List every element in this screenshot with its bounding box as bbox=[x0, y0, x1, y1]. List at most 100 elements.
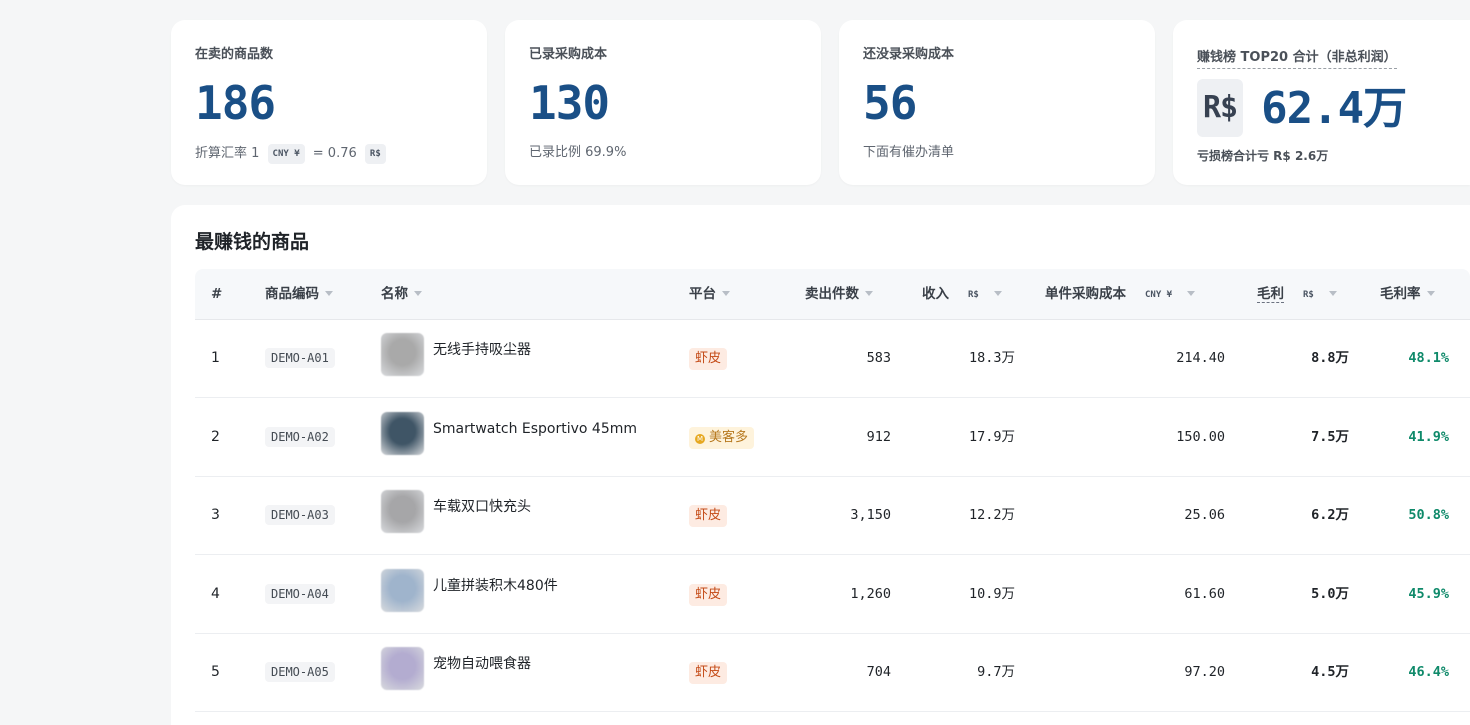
platform-badge: M 美客多 bbox=[689, 426, 755, 449]
row-rank: 5 bbox=[211, 664, 220, 680]
product-name[interactable]: 儿童拼装积木480件 bbox=[433, 547, 558, 625]
row-revenue: 9.7万 bbox=[977, 664, 1015, 680]
row-rank: 1 bbox=[211, 350, 220, 366]
row-sku: DEMO-A02 bbox=[265, 398, 335, 476]
col-rank: # bbox=[211, 286, 223, 302]
col-profit-sort[interactable]: 毛利 R$ bbox=[1257, 269, 1337, 319]
stat-value: R$ 62.4万 bbox=[1197, 79, 1446, 137]
platform-name: 虾皮 bbox=[695, 508, 722, 523]
currency-chip-brl: R$ bbox=[1197, 79, 1244, 137]
row-cost: 150.00 bbox=[1176, 428, 1225, 445]
row-profit: 5.0万 bbox=[1311, 585, 1349, 602]
stat-label: 已录采购成本 bbox=[529, 47, 608, 62]
stat-label-tooltip[interactable]: 赚钱榜 TOP20 合计（非总利润） bbox=[1197, 49, 1397, 69]
col-revenue-sort[interactable]: 收入 R$ bbox=[922, 269, 1002, 319]
currency-chip-cny: CNY ¥ bbox=[267, 144, 305, 164]
stat-sub: 亏损榜合计亏 R$ 2.6万 bbox=[1197, 149, 1329, 163]
sku-code: DEMO-A01 bbox=[265, 348, 335, 368]
stat-card-cost-missing: 还没录采购成本 56 下面有催办清单 bbox=[839, 20, 1155, 185]
row-sku: DEMO-A03 bbox=[265, 476, 335, 554]
row-platform: M 美客多 bbox=[689, 398, 755, 476]
platform-badge: 虾皮 bbox=[689, 662, 728, 684]
product-name[interactable]: 无线手持吸尘器 bbox=[433, 311, 531, 389]
row-margin: 48.1% bbox=[1408, 350, 1449, 366]
row-revenue: 18.3万 bbox=[968, 350, 1015, 366]
row-revenue: 17.9万 bbox=[968, 428, 1015, 445]
platform-name: 虾皮 bbox=[695, 665, 722, 680]
stat-value: 56 bbox=[863, 76, 917, 130]
table-header: # 商品编码 名称 平台 卖出件数 收入 R$ 单件采购成本 CNY ¥ 毛利 R$ … bbox=[195, 269, 1470, 320]
row-rank: 4 bbox=[211, 585, 220, 602]
col-sku-sort[interactable]: 商品编码 bbox=[265, 269, 333, 319]
row-profit: 7.5万 bbox=[1311, 428, 1349, 445]
sku-code: DEMO-A05 bbox=[265, 662, 335, 682]
col-name-sort[interactable]: 名称 bbox=[381, 269, 422, 319]
platform-badge: 虾皮 bbox=[689, 583, 728, 606]
row-sku: DEMO-A04 bbox=[265, 555, 335, 633]
sort-caret-icon bbox=[414, 291, 422, 296]
stat-card-cost-recorded: 已录采购成本 130 已录比例 69.9% bbox=[505, 20, 821, 185]
row-qty: 3,150 bbox=[850, 507, 891, 523]
product-thumbnail bbox=[381, 411, 424, 455]
product-name[interactable]: Smartwatch Esportivo 45mm bbox=[433, 390, 637, 468]
row-margin: 45.9% bbox=[1408, 585, 1449, 602]
table-row[interactable]: 1 DEMO-A01 无线手持吸尘器 虾皮 583 18.3万 214.40 8.8万 48.1… bbox=[195, 319, 1470, 398]
row-sku: DEMO-A01 bbox=[265, 319, 335, 397]
row-margin: 41.9% bbox=[1408, 428, 1449, 445]
col-platform-sort[interactable]: 平台 bbox=[689, 269, 730, 319]
row-cost: 25.06 bbox=[1184, 507, 1225, 523]
row-qty: 912 bbox=[866, 428, 891, 445]
currency-chip-brl: R$ bbox=[968, 290, 979, 300]
sku-code: DEMO-A02 bbox=[265, 426, 335, 447]
sort-caret-icon bbox=[1187, 291, 1196, 296]
stat-card-on-sale: 在卖的商品数 186 折算汇率 1 CNY ¥ = 0.76 R$ bbox=[171, 20, 487, 185]
stat-sub: 已录比例 69.9% bbox=[529, 145, 627, 160]
sort-caret-icon bbox=[1328, 291, 1337, 296]
product-thumbnail bbox=[381, 490, 424, 533]
col-cost-sort[interactable]: 单件采购成本 CNY ¥ bbox=[1045, 269, 1196, 319]
row-rank: 3 bbox=[211, 507, 220, 523]
currency-chip-brl: R$ bbox=[1303, 290, 1314, 300]
currency-chip-brl: R$ bbox=[364, 144, 386, 164]
col-qty-sort[interactable]: 卖出件数 bbox=[805, 269, 873, 319]
product-name[interactable]: 车载双口快充头 bbox=[433, 468, 531, 546]
product-thumbnail bbox=[381, 647, 424, 690]
platform-name: 虾皮 bbox=[695, 351, 722, 366]
platform-badge: 虾皮 bbox=[689, 348, 728, 370]
row-cost: 214.40 bbox=[1176, 350, 1225, 366]
panel-title: 最赚钱的商品 bbox=[195, 231, 310, 253]
stat-value-text: 62.4万 bbox=[1261, 83, 1407, 134]
exchange-rate-value: = 0.76 bbox=[312, 146, 357, 161]
exchange-rate-prefix: 折算汇率 1 bbox=[195, 146, 260, 161]
row-margin: 46.4% bbox=[1408, 664, 1449, 680]
stat-value: 130 bbox=[529, 76, 610, 130]
table-row[interactable]: 4 DEMO-A04 儿童拼装积木480件 虾皮 1,260 10.9万 61.60 5.0万… bbox=[195, 555, 1470, 634]
sku-code: DEMO-A04 bbox=[265, 583, 335, 604]
table-row[interactable]: 5 DEMO-A05 宠物自动喂食器 虾皮 704 9.7万 97.20 4.5万 46.4% bbox=[195, 633, 1470, 712]
sort-caret-icon bbox=[1426, 291, 1435, 296]
meituan-logo-icon: M bbox=[695, 433, 705, 444]
stat-label: 还没录采购成本 bbox=[863, 47, 955, 62]
sort-caret-icon bbox=[865, 291, 873, 296]
sort-caret-icon bbox=[722, 291, 730, 296]
col-margin-sort[interactable]: 毛利率 bbox=[1380, 269, 1435, 319]
table-row[interactable]: 2 DEMO-A02 Smartwatch Esportivo 45mm M 美客多 91… bbox=[195, 398, 1470, 477]
row-platform: 虾皮 bbox=[689, 476, 728, 554]
product-thumbnail bbox=[381, 568, 424, 612]
row-profit: 8.8万 bbox=[1311, 350, 1349, 366]
product-name[interactable]: 宠物自动喂食器 bbox=[433, 625, 531, 703]
row-margin: 50.8% bbox=[1408, 507, 1449, 523]
table-row[interactable]: 3 DEMO-A03 车载双口快充头 虾皮 3,150 12.2万 25.06 6.2万 50.… bbox=[195, 476, 1470, 555]
stat-card-top20-profit: 赚钱榜 TOP20 合计（非总利润） R$ 62.4万 亏损榜合计亏 R$ 2.6… bbox=[1173, 20, 1470, 185]
row-cost: 97.20 bbox=[1184, 664, 1225, 680]
row-qty: 704 bbox=[866, 664, 891, 680]
row-qty: 1,260 bbox=[850, 585, 891, 602]
row-profit: 6.2万 bbox=[1311, 507, 1349, 523]
row-sku: DEMO-A05 bbox=[265, 633, 335, 711]
sku-code: DEMO-A03 bbox=[265, 505, 335, 525]
stat-sub: 下面有催办清单 bbox=[863, 145, 955, 160]
row-revenue: 10.9万 bbox=[968, 585, 1015, 602]
currency-chip-cny: CNY ¥ bbox=[1145, 290, 1173, 300]
sort-caret-icon bbox=[325, 291, 333, 296]
exchange-rate: 折算汇率 1 CNY ¥ = 0.76 R$ bbox=[195, 144, 463, 164]
